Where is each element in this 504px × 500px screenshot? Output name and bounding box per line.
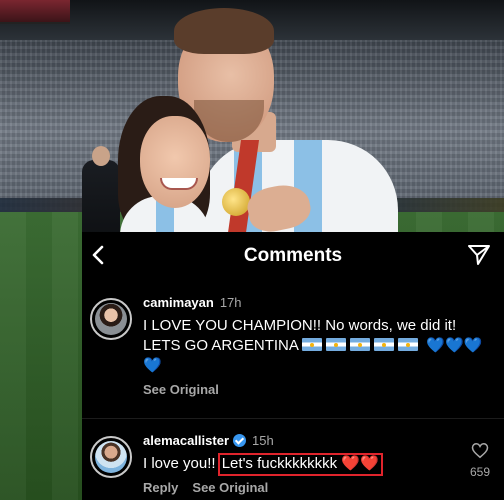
- timestamp: 17h: [219, 295, 242, 310]
- stadium-screen: [0, 0, 70, 24]
- avatar[interactable]: [90, 298, 132, 340]
- man-hair: [174, 8, 274, 54]
- comment-text: I LOVE YOU CHAMPION!! No words, we did i…: [143, 316, 493, 376]
- verified-badge-icon: [233, 434, 247, 447]
- comment-body: camimayan 17h I LOVE YOU CHAMPION!! No wo…: [143, 294, 493, 399]
- argentina-flag-icon: [326, 338, 347, 351]
- avatar-image: [95, 441, 127, 473]
- heart-outline-icon[interactable]: [471, 442, 489, 459]
- medal: [222, 188, 250, 216]
- highlighted-text: Let's fuckkkkkkkk: [221, 455, 338, 472]
- highlighted-text-box: Let's fuckkkkkkkk ❤️❤️: [217, 453, 383, 476]
- username[interactable]: camimayan: [143, 295, 214, 310]
- send-icon[interactable]: [467, 244, 491, 266]
- divider: [82, 418, 504, 419]
- bystander-figure: [82, 160, 120, 240]
- see-original-link[interactable]: See Original: [143, 382, 219, 397]
- woman-face: [140, 116, 210, 208]
- comment-body: alemacallister 15h I love you!! Let's fuc…: [143, 432, 493, 495]
- argentina-flag-icon: [302, 338, 323, 351]
- comment-text: I love you!! Let's fuckkkkkkkk ❤️❤️: [143, 453, 493, 476]
- comments-sheet: Comments camimayan 17h I LOVE YOU CHAMPIO…: [82, 232, 504, 500]
- argentina-flag-icon: [398, 338, 419, 351]
- argentina-flags: [302, 337, 426, 354]
- page-title: Comments: [243, 245, 343, 266]
- timestamp: 15h: [252, 433, 274, 448]
- comment-actions: Reply See Original: [143, 480, 493, 495]
- reply-button[interactable]: Reply: [143, 480, 178, 495]
- argentina-flag-icon: [350, 338, 371, 351]
- username[interactable]: alemacallister: [143, 433, 229, 448]
- woman-smile: [160, 178, 198, 190]
- like-box: 659: [462, 442, 498, 479]
- like-count: 659: [469, 465, 491, 479]
- bystander-head: [92, 146, 110, 166]
- avatar-image: [95, 303, 127, 335]
- red-hearts: ❤️❤️: [341, 455, 379, 472]
- see-original-link[interactable]: See Original: [192, 480, 268, 495]
- comments-header: Comments: [82, 232, 504, 278]
- avatar[interactable]: [90, 436, 132, 478]
- comment-text-prefix: I love you!!: [143, 455, 216, 472]
- argentina-flag-icon: [374, 338, 395, 351]
- comment-meta: alemacallister 15h: [143, 432, 493, 449]
- comment-meta: camimayan 17h: [143, 294, 493, 311]
